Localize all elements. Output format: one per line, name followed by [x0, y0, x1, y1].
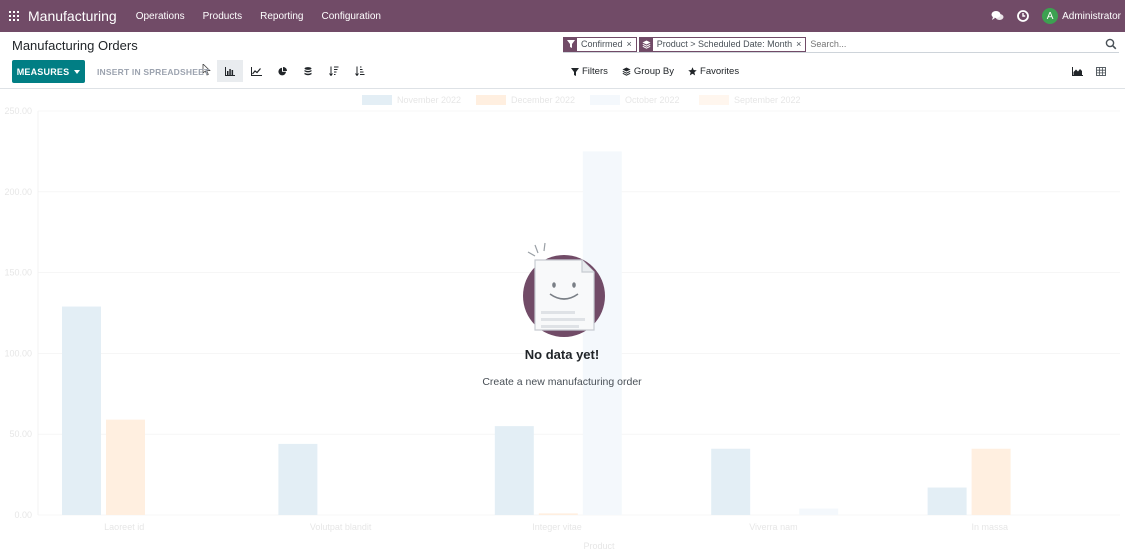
x-tick-label: In massa [972, 522, 1009, 532]
legend-swatch [590, 95, 620, 105]
y-tick-label: 250.00 [4, 106, 32, 116]
facet-values: Confirmed [581, 39, 623, 49]
legend-label: September 2022 [734, 95, 801, 105]
layers-icon [639, 36, 653, 52]
chart-bar [799, 508, 839, 515]
table-icon [1096, 66, 1106, 76]
favorites-label: Favorites [700, 66, 740, 77]
chart-bar [494, 426, 534, 515]
descending-button[interactable] [321, 60, 347, 82]
menu-item-products[interactable]: Products [194, 11, 251, 22]
legend-label: December 2022 [511, 95, 575, 105]
layers-icon [622, 67, 631, 76]
control-panel: Manufacturing Orders Confirmed × Product… [0, 32, 1125, 89]
pie-chart-icon [277, 66, 287, 75]
y-tick-label: 0.00 [14, 510, 32, 520]
graph-view-button[interactable] [1065, 60, 1089, 82]
pivot-view-button[interactable] [1089, 60, 1113, 82]
navbar-systray: A Administrator [990, 0, 1125, 32]
legend-label: October 2022 [625, 95, 680, 105]
stacked-button[interactable] [295, 60, 321, 82]
apps-menu-icon[interactable] [9, 11, 19, 21]
chat-icon[interactable] [990, 9, 1004, 23]
top-navbar: Manufacturing Operations Products Report… [0, 0, 1125, 32]
y-tick-label: 50.00 [9, 429, 32, 439]
smiling-document-icon [523, 242, 605, 337]
search-bar: Confirmed × Product > Scheduled Date: Mo… [563, 36, 1119, 53]
user-name[interactable]: Administrator [1062, 11, 1121, 22]
avatar[interactable]: A [1042, 8, 1059, 24]
filter-icon [571, 67, 579, 76]
filters-button[interactable]: Filters [571, 66, 608, 77]
x-tick-label: Integer vitae [532, 522, 582, 532]
menu-item-operations[interactable]: Operations [127, 11, 194, 22]
chart-bar [711, 448, 751, 515]
x-tick-label: Viverra nam [749, 522, 797, 532]
facet-remove-icon[interactable]: × [627, 39, 636, 49]
ascending-button[interactable] [347, 60, 373, 82]
chart-bar [927, 487, 967, 515]
menu-item-reporting[interactable]: Reporting [251, 11, 312, 22]
search-input[interactable] [808, 36, 1105, 52]
legend-swatch [476, 95, 506, 105]
area-chart-icon [1071, 66, 1083, 76]
pie-chart-button[interactable] [269, 60, 295, 82]
view-switcher [1065, 60, 1113, 82]
facet-values: Product > Scheduled Date: Month [656, 39, 793, 49]
no-data-title: No data yet! [524, 347, 600, 362]
insert-in-spreadsheet-button[interactable]: INSERT IN SPREADSHEET [97, 67, 209, 77]
chart-bar [971, 448, 1011, 515]
legend-swatch [362, 95, 392, 105]
chart-bar [106, 419, 145, 515]
menu-item-configuration[interactable]: Configuration [312, 11, 389, 22]
star-icon [688, 67, 697, 76]
app-brand[interactable]: Manufacturing [28, 8, 117, 24]
group-by-button[interactable]: Group By [622, 66, 674, 77]
measures-label: MEASURES [16, 66, 70, 77]
x-tick-label: Laoreet id [104, 522, 144, 532]
no-data-description: Create a new manufacturing order [482, 376, 642, 388]
page-title: Manufacturing Orders [12, 38, 138, 53]
search-facet-groupby[interactable]: Product > Scheduled Date: Month × [638, 36, 807, 52]
line-chart-icon [250, 66, 262, 76]
filters-label: Filters [582, 66, 608, 77]
database-icon [304, 66, 312, 75]
sort-ascending-icon [355, 66, 365, 76]
x-axis-label: Product [583, 541, 615, 551]
chart-bar [278, 443, 318, 515]
chart-type-buttons [217, 60, 373, 82]
bar-chart-button[interactable] [217, 60, 243, 82]
legend-swatch [699, 95, 729, 105]
graph-content: 0.00 50.00 100.00 150.00 200.00 250.00 Laoreet… [0, 89, 1125, 557]
y-tick-label: 200.00 [4, 187, 32, 197]
line-chart-button[interactable] [243, 60, 269, 82]
bar-chart-icon [225, 66, 235, 76]
y-tick-label: 150.00 [4, 268, 32, 278]
favorites-button[interactable]: Favorites [688, 66, 739, 77]
sort-descending-icon [329, 66, 339, 76]
chart-bar [62, 306, 101, 515]
search-panel-buttons: Filters Group By Favorites [571, 66, 753, 77]
chevron-down-icon [74, 69, 81, 74]
measures-button[interactable]: MEASURES [12, 60, 85, 83]
chart-bar [538, 513, 578, 515]
filter-icon [564, 36, 577, 52]
clock-icon[interactable] [1016, 9, 1030, 23]
group-by-label: Group By [633, 66, 675, 77]
legend-label: November 2022 [397, 95, 461, 105]
facet-remove-icon[interactable]: × [796, 39, 805, 49]
search-facet-filter[interactable]: Confirmed × [563, 36, 637, 52]
search-icon[interactable] [1105, 38, 1117, 50]
main-menu: Operations Products Reporting Configurat… [127, 11, 390, 22]
y-tick-label: 100.00 [4, 348, 32, 358]
x-tick-label: Volutpat blandit [310, 522, 372, 532]
